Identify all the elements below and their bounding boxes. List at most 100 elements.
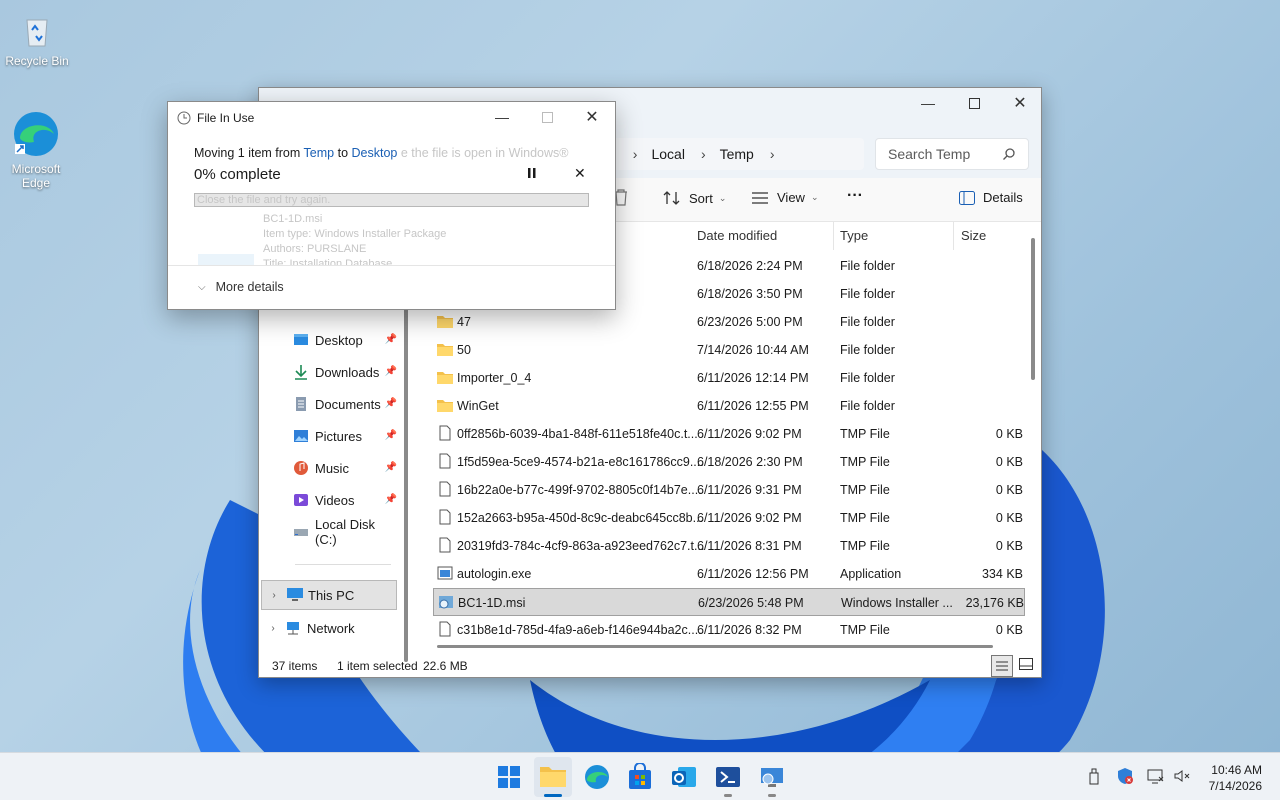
- source-link[interactable]: Temp: [304, 146, 335, 160]
- file-type: Application: [840, 567, 902, 581]
- file-row[interactable]: 152a2663-b95a-450d-8c9c-deabc645cc8b... 6…: [433, 504, 1025, 532]
- network-status-icon[interactable]: [1147, 767, 1165, 785]
- pause-button[interactable]: [527, 167, 537, 182]
- pin-icon: 📌: [384, 430, 397, 441]
- security-warning-icon[interactable]: [1116, 767, 1134, 785]
- divider: [295, 564, 391, 565]
- start-icon[interactable]: [495, 763, 523, 791]
- file-row[interactable]: Importer_0_4 6/11/2026 12:14 PM File folde…: [433, 364, 1025, 392]
- delete-button[interactable]: [613, 188, 637, 206]
- file-row[interactable]: 50 7/14/2026 10:44 AM File folder: [433, 336, 1025, 364]
- file-type: TMP File: [840, 539, 890, 553]
- recycle-bin-icon: [26, 19, 48, 47]
- network-icon: [287, 622, 299, 635]
- sidebar-item-documents[interactable]: Documents 📌: [293, 390, 399, 418]
- maximize-icon: [968, 97, 980, 109]
- sidebar-item-videos[interactable]: Videos 📌: [293, 486, 399, 514]
- powershell-taskbar-button[interactable]: [714, 763, 742, 797]
- file-row[interactable]: BC1-1D.msi 6/23/2026 5:48 PM Windows Insta…: [433, 588, 1025, 616]
- file-row[interactable]: 0ff2856b-6039-4ba1-848f-611e518fe40c.t..…: [433, 420, 1025, 448]
- file-row[interactable]: WinGet 6/11/2026 12:55 PM File folder: [433, 392, 1025, 420]
- cancel-button[interactable]: ✕: [574, 165, 586, 182]
- column-divider[interactable]: [953, 222, 954, 250]
- sidebar-item-network[interactable]: › Network: [261, 613, 397, 643]
- file-list-scrollbar[interactable]: [1031, 238, 1035, 380]
- tiles-view-button[interactable]: [1019, 658, 1033, 673]
- chevron-right-icon[interactable]: ›: [262, 590, 286, 601]
- search-input[interactable]: Search Temp: [875, 138, 1029, 170]
- remote-desktop-icon: [761, 768, 783, 787]
- view-button[interactable]: View ⌄: [751, 190, 819, 205]
- sidebar-item-label: Music: [315, 460, 349, 476]
- column-date-modified[interactable]: Date modified: [697, 228, 777, 243]
- edge-taskbar-icon[interactable]: [583, 763, 611, 791]
- file-row[interactable]: 16b22a0e-b77c-499f-9702-8805c0f14b7e....…: [433, 476, 1025, 504]
- column-divider[interactable]: [833, 222, 834, 250]
- file-row[interactable]: 1f5d59ea-5ce9-4574-b21a-e8c161786cc9....…: [433, 448, 1025, 476]
- clock-icon: [177, 111, 191, 125]
- desktop-edge[interactable]: Microsoft Edge: [2, 110, 70, 190]
- file-size: 0 KB: [995, 511, 1023, 525]
- file-row[interactable]: c31b8e1d-785d-4fa9-a6eb-f146e944ba2c....…: [433, 616, 1025, 644]
- desktop-recycle-bin[interactable]: Recycle Bin: [3, 10, 71, 68]
- dialog-titlebar[interactable]: File In Use — ✕: [168, 102, 615, 134]
- to-text: to: [337, 146, 349, 160]
- minimize-button[interactable]: —: [905, 88, 951, 118]
- item-count: 37 items: [272, 659, 318, 673]
- usb-icon[interactable]: [1085, 767, 1103, 785]
- sidebar-item-local-disk[interactable]: Local Disk (C:): [293, 517, 399, 547]
- file-icon: [439, 621, 451, 637]
- file-size: 0 KB: [995, 539, 1023, 553]
- file-date: 6/11/2026 12:14 PM: [697, 371, 809, 385]
- system-clock[interactable]: 10:46 AM 7/14/2026: [1209, 762, 1262, 794]
- sidebar-item-downloads[interactable]: Downloads 📌: [293, 358, 399, 386]
- file-name: 47: [457, 315, 471, 329]
- close-button[interactable]: ✕: [997, 88, 1043, 118]
- file-row[interactable]: autologin.exe 6/11/2026 12:56 PM Applicati…: [433, 560, 1025, 588]
- sidebar-item-this-pc[interactable]: › This PC: [261, 580, 397, 610]
- breadcrumb[interactable]: n › Local › Temp ›: [599, 138, 864, 170]
- pin-icon: 📌: [384, 398, 397, 409]
- progress-bar: Close the file and try again.: [194, 193, 589, 207]
- volume-muted-icon[interactable]: [1173, 767, 1191, 785]
- file-row[interactable]: 47 6/23/2026 5:00 PM File folder: [433, 308, 1025, 336]
- file-date: 7/14/2026 10:44 AM: [697, 343, 809, 357]
- details-pane-button[interactable]: Details: [959, 190, 1023, 205]
- chevron-right-icon[interactable]: ›: [770, 146, 775, 162]
- dialog-title: File In Use: [197, 111, 255, 125]
- file-icon: [439, 481, 451, 497]
- chevron-right-icon[interactable]: ›: [261, 623, 285, 634]
- more-details-button[interactable]: ⌵ More details: [198, 280, 284, 294]
- folder-icon: [437, 344, 453, 356]
- store-taskbar-icon[interactable]: [626, 763, 654, 791]
- breadcrumb-local[interactable]: Local: [651, 146, 684, 162]
- breadcrumb-temp[interactable]: Temp: [720, 146, 754, 162]
- dialog-close-button[interactable]: ✕: [569, 102, 615, 132]
- outlook-taskbar-icon[interactable]: [670, 763, 698, 791]
- column-size[interactable]: Size: [961, 228, 986, 243]
- remote-desktop-taskbar-button[interactable]: [758, 763, 786, 797]
- percent-complete: 0% complete: [194, 166, 281, 183]
- music-icon: [294, 461, 308, 475]
- horizontal-scrollbar[interactable]: [437, 645, 993, 648]
- sort-button[interactable]: Sort ⌄: [663, 190, 726, 206]
- sidebar-item-pictures[interactable]: Pictures 📌: [293, 422, 399, 450]
- file-type: File folder: [840, 399, 895, 413]
- sidebar-item-music[interactable]: Music 📌: [293, 454, 399, 482]
- file-name: 50: [457, 343, 471, 357]
- drive-icon: [294, 529, 308, 536]
- details-view-button[interactable]: [991, 655, 1013, 677]
- folder-icon: [437, 400, 453, 412]
- destination-link[interactable]: Desktop: [352, 146, 398, 160]
- column-type[interactable]: Type: [840, 228, 868, 243]
- maximize-button[interactable]: [951, 88, 997, 118]
- sort-icon: [663, 191, 680, 205]
- explorer-taskbar-button[interactable]: [534, 757, 572, 797]
- dialog-minimize-button[interactable]: —: [479, 102, 525, 132]
- file-name: 16b22a0e-b77c-499f-9702-8805c0f14b7e....: [457, 483, 702, 497]
- sidebar-item-desktop[interactable]: Desktop 📌: [293, 326, 399, 354]
- file-row[interactable]: 20319fd3-784c-4cf9-863a-a923eed762c7.t..…: [433, 532, 1025, 560]
- pin-icon: 📌: [384, 334, 397, 345]
- ghost-text: BC1-1D.msi: [263, 213, 323, 225]
- more-options-button[interactable]: ···: [847, 187, 863, 205]
